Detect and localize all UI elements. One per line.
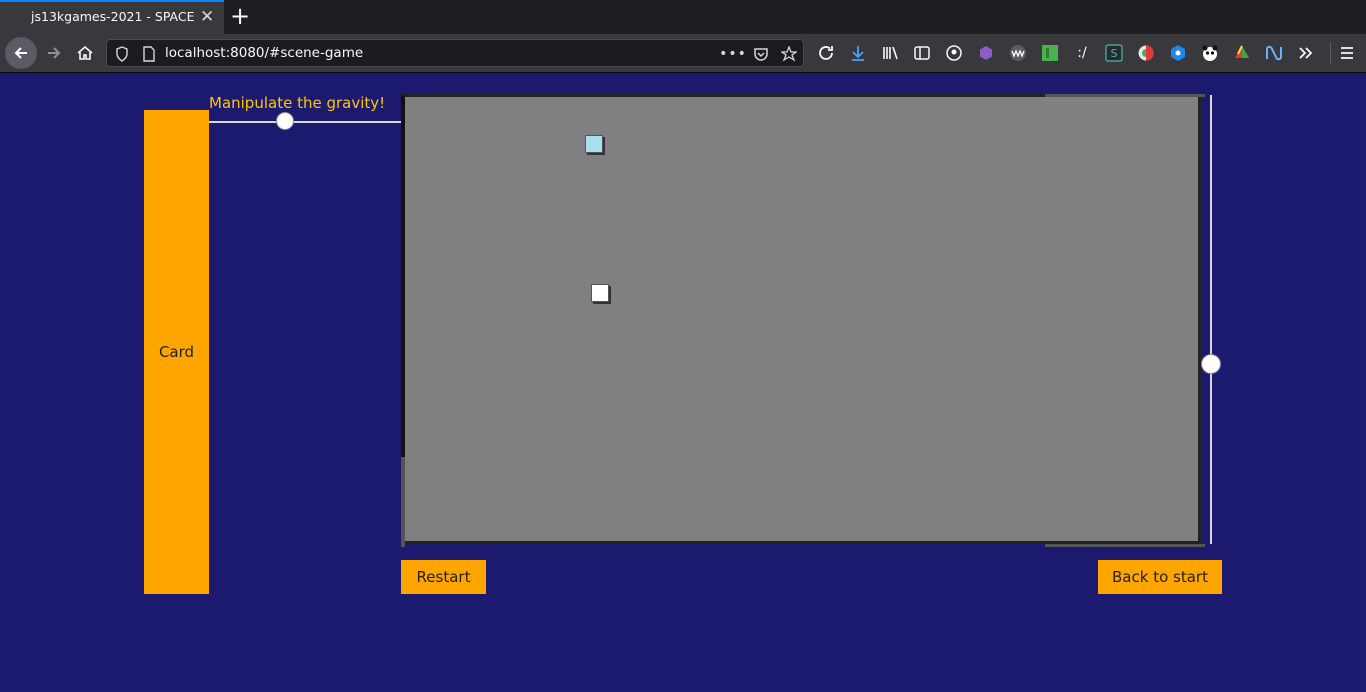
gravity-label: Manipulate the gravity! bbox=[209, 94, 386, 112]
gravity-slider-vertical[interactable] bbox=[1201, 95, 1221, 544]
game-board[interactable] bbox=[401, 94, 1205, 547]
library-icon[interactable] bbox=[880, 43, 900, 63]
card-label: Card bbox=[158, 343, 195, 361]
url-text[interactable]: localhost:8080/#scene-game bbox=[165, 45, 363, 61]
menu-hamburger-icon[interactable] bbox=[1337, 43, 1357, 63]
reload-icon[interactable] bbox=[816, 43, 836, 63]
extension-curve-icon[interactable] bbox=[1264, 43, 1284, 63]
light-blue-block bbox=[585, 135, 603, 153]
account-icon[interactable] bbox=[944, 43, 964, 63]
close-tab-icon[interactable]: ✕ bbox=[200, 8, 214, 26]
navigation-toolbar: localhost:8080/#scene-game ••• :/ S bbox=[0, 34, 1366, 73]
tab-strip: js13kgames-2021 - SPACE ✕ + bbox=[0, 0, 1366, 34]
page-actions-icon[interactable]: ••• bbox=[719, 44, 746, 64]
back-button[interactable] bbox=[5, 37, 37, 69]
extension-green-icon[interactable] bbox=[1040, 43, 1060, 63]
gravity-slider-vertical-thumb[interactable] bbox=[1201, 354, 1221, 374]
extension-panda-icon[interactable] bbox=[1200, 43, 1220, 63]
tab-active[interactable]: js13kgames-2021 - SPACE ✕ bbox=[0, 0, 224, 34]
bookmark-star-icon[interactable] bbox=[779, 44, 799, 64]
new-tab-icon[interactable]: + bbox=[230, 3, 250, 29]
pocket-icon[interactable] bbox=[751, 44, 771, 64]
address-bar[interactable]: localhost:8080/#scene-game ••• bbox=[106, 39, 804, 67]
extension-cube-icon[interactable] bbox=[976, 43, 996, 63]
extension-globe-icon[interactable] bbox=[1136, 43, 1156, 63]
gravity-slider-horizontal[interactable] bbox=[209, 112, 402, 130]
restart-button[interactable]: Restart bbox=[401, 560, 486, 594]
shield-icon[interactable] bbox=[112, 44, 132, 64]
forward-button[interactable] bbox=[40, 39, 68, 67]
arrow-left-icon bbox=[14, 47, 27, 59]
extension-wave-icon[interactable] bbox=[1008, 43, 1028, 63]
download-icon[interactable] bbox=[848, 43, 868, 63]
white-block bbox=[591, 284, 609, 302]
gravity-slider-horizontal-thumb[interactable] bbox=[276, 112, 294, 130]
tab-title: js13kgames-2021 - SPACE bbox=[31, 9, 195, 24]
card[interactable]: Card bbox=[144, 110, 209, 594]
extension-hex-icon[interactable] bbox=[1168, 43, 1188, 63]
page-info-icon[interactable] bbox=[139, 44, 159, 64]
overflow-chevron-icon[interactable] bbox=[1296, 43, 1316, 63]
extension-s-icon[interactable]: S bbox=[1104, 43, 1124, 63]
svg-text:S: S bbox=[1111, 47, 1118, 60]
arrow-right-icon bbox=[48, 47, 61, 59]
extension-color-icon[interactable] bbox=[1232, 43, 1252, 63]
home-icon bbox=[77, 45, 93, 60]
board-edge bbox=[1045, 94, 1205, 97]
board-edge bbox=[401, 457, 405, 547]
toolbar-divider bbox=[1330, 42, 1331, 64]
home-button[interactable] bbox=[71, 39, 99, 67]
extension-slash-icon[interactable]: :/ bbox=[1072, 43, 1092, 63]
board-edge bbox=[1045, 544, 1205, 547]
sidebar-icon[interactable] bbox=[912, 43, 932, 63]
back-to-start-button[interactable]: Back to start bbox=[1098, 560, 1222, 594]
